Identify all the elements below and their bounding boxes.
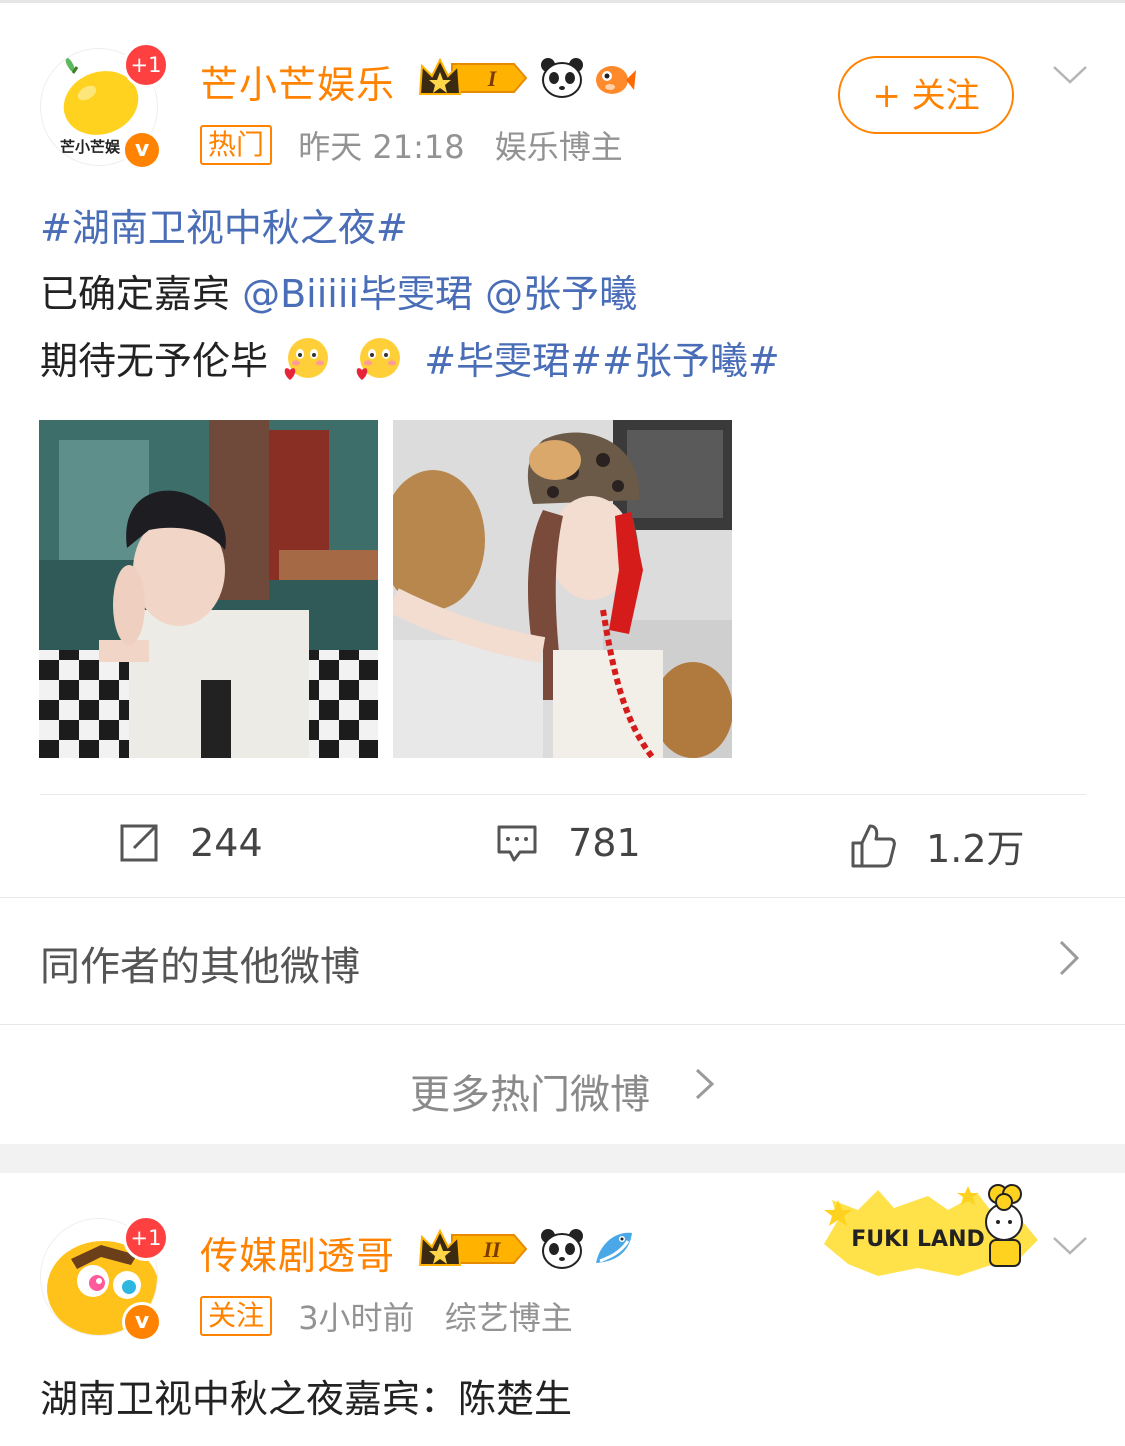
more-hot-posts-row[interactable]: 更多热门微博 (0, 1024, 1125, 1144)
hot-tag: 热门 (200, 125, 273, 165)
avatar-caption: 芒小芒娱 (60, 138, 121, 156)
crown-level-badge-icon: I (418, 57, 528, 95)
mention-link[interactable]: @Biiiii毕雯珺 (242, 272, 473, 316)
post-text-line-3: 期待无予伦毕 #毕雯珺##张予曦# (40, 336, 780, 385)
fuki-land-sticker: FUKI LAND (824, 1184, 1038, 1276)
follow-button[interactable]: + 关注 (838, 56, 1014, 134)
post-text-line-1: 湖南卫视中秋之夜嘉宾：陈楚生 (40, 1377, 573, 1421)
line-text: 已确定嘉宾 (40, 272, 231, 316)
level-numeral: II (482, 1237, 502, 1262)
chevron-down-icon[interactable] (1052, 1235, 1088, 1257)
new-post-badge: +1 (123, 42, 169, 88)
weibo-post: 芒小芒娱 +1 v 芒小芒娱乐 I 热门 昨天 21:18 娱乐博主 + 关注 … (0, 0, 1125, 896)
mention-link[interactable]: @张予曦 (485, 272, 637, 316)
hug-heart-emoji-icon (284, 338, 329, 380)
post-meta: 关注 3小时前 综艺博主 (200, 1293, 593, 1339)
post-time: 3小时前 (298, 1299, 415, 1337)
repost-button[interactable]: 244 (118, 818, 263, 870)
crown-level-badge-icon: II (418, 1228, 528, 1266)
goldfish-icon (596, 66, 636, 94)
line-text: 期待无予伦毕 (40, 339, 269, 383)
comment-button[interactable]: 781 (496, 818, 641, 870)
level-numeral: I (487, 66, 498, 91)
section-gap (0, 1144, 1125, 1173)
post-meta: 热门 昨天 21:18 娱乐博主 (200, 122, 643, 168)
post-text-line-2: 已确定嘉宾 @Biiiii毕雯珺 @张予曦 (40, 270, 637, 318)
like-button[interactable]: 1.2万 (850, 818, 1025, 871)
hashtag-links[interactable]: #毕雯珺##张予曦# (424, 339, 779, 383)
post-text-line-1: #湖南卫视中秋之夜# (40, 204, 408, 252)
sticker-text: FUKI LAND (851, 1227, 985, 1252)
verified-v-icon: v (122, 130, 162, 170)
topic-link[interactable]: #湖南卫视中秋之夜# (40, 206, 408, 250)
panda-icon (541, 58, 583, 98)
chevron-right-icon (695, 1068, 715, 1100)
new-post-badge: +1 (123, 1215, 169, 1261)
chevron-down-icon[interactable] (1052, 64, 1088, 86)
comment-icon (497, 825, 537, 861)
author-role: 综艺博主 (444, 1299, 573, 1337)
post-time: 昨天 21:18 (298, 128, 465, 166)
more-hot-label: 更多热门微博 (410, 1072, 650, 1118)
other-posts-by-author-row[interactable]: 同作者的其他微博 (0, 897, 1125, 1025)
repost-count: 244 (190, 820, 263, 865)
verified-v-icon: v (122, 1302, 162, 1342)
author-name[interactable]: 芒小芒娱乐 (200, 54, 395, 109)
other-posts-label: 同作者的其他微博 (40, 944, 360, 990)
weibo-post: +1 v 传媒剧透哥 II 关注 3小时前 综艺博主 FUKI LAND 湖南卫… (0, 1173, 1125, 1446)
like-count: 1.2万 (926, 827, 1025, 871)
shark-icon (596, 1232, 632, 1263)
author-role: 娱乐博主 (494, 128, 623, 166)
thumbs-up-icon (851, 824, 896, 867)
hug-heart-emoji-icon (356, 338, 401, 380)
repost-icon (120, 824, 158, 861)
panda-icon (541, 1229, 583, 1269)
follow-tag: 关注 (200, 1296, 273, 1336)
post-photo-2[interactable] (393, 420, 732, 758)
post-photo-1[interactable] (39, 420, 378, 758)
author-name[interactable]: 传媒剧透哥 (200, 1225, 395, 1280)
actions-divider (40, 794, 1086, 795)
chevron-right-icon (1059, 940, 1080, 976)
comment-count: 781 (568, 820, 641, 865)
